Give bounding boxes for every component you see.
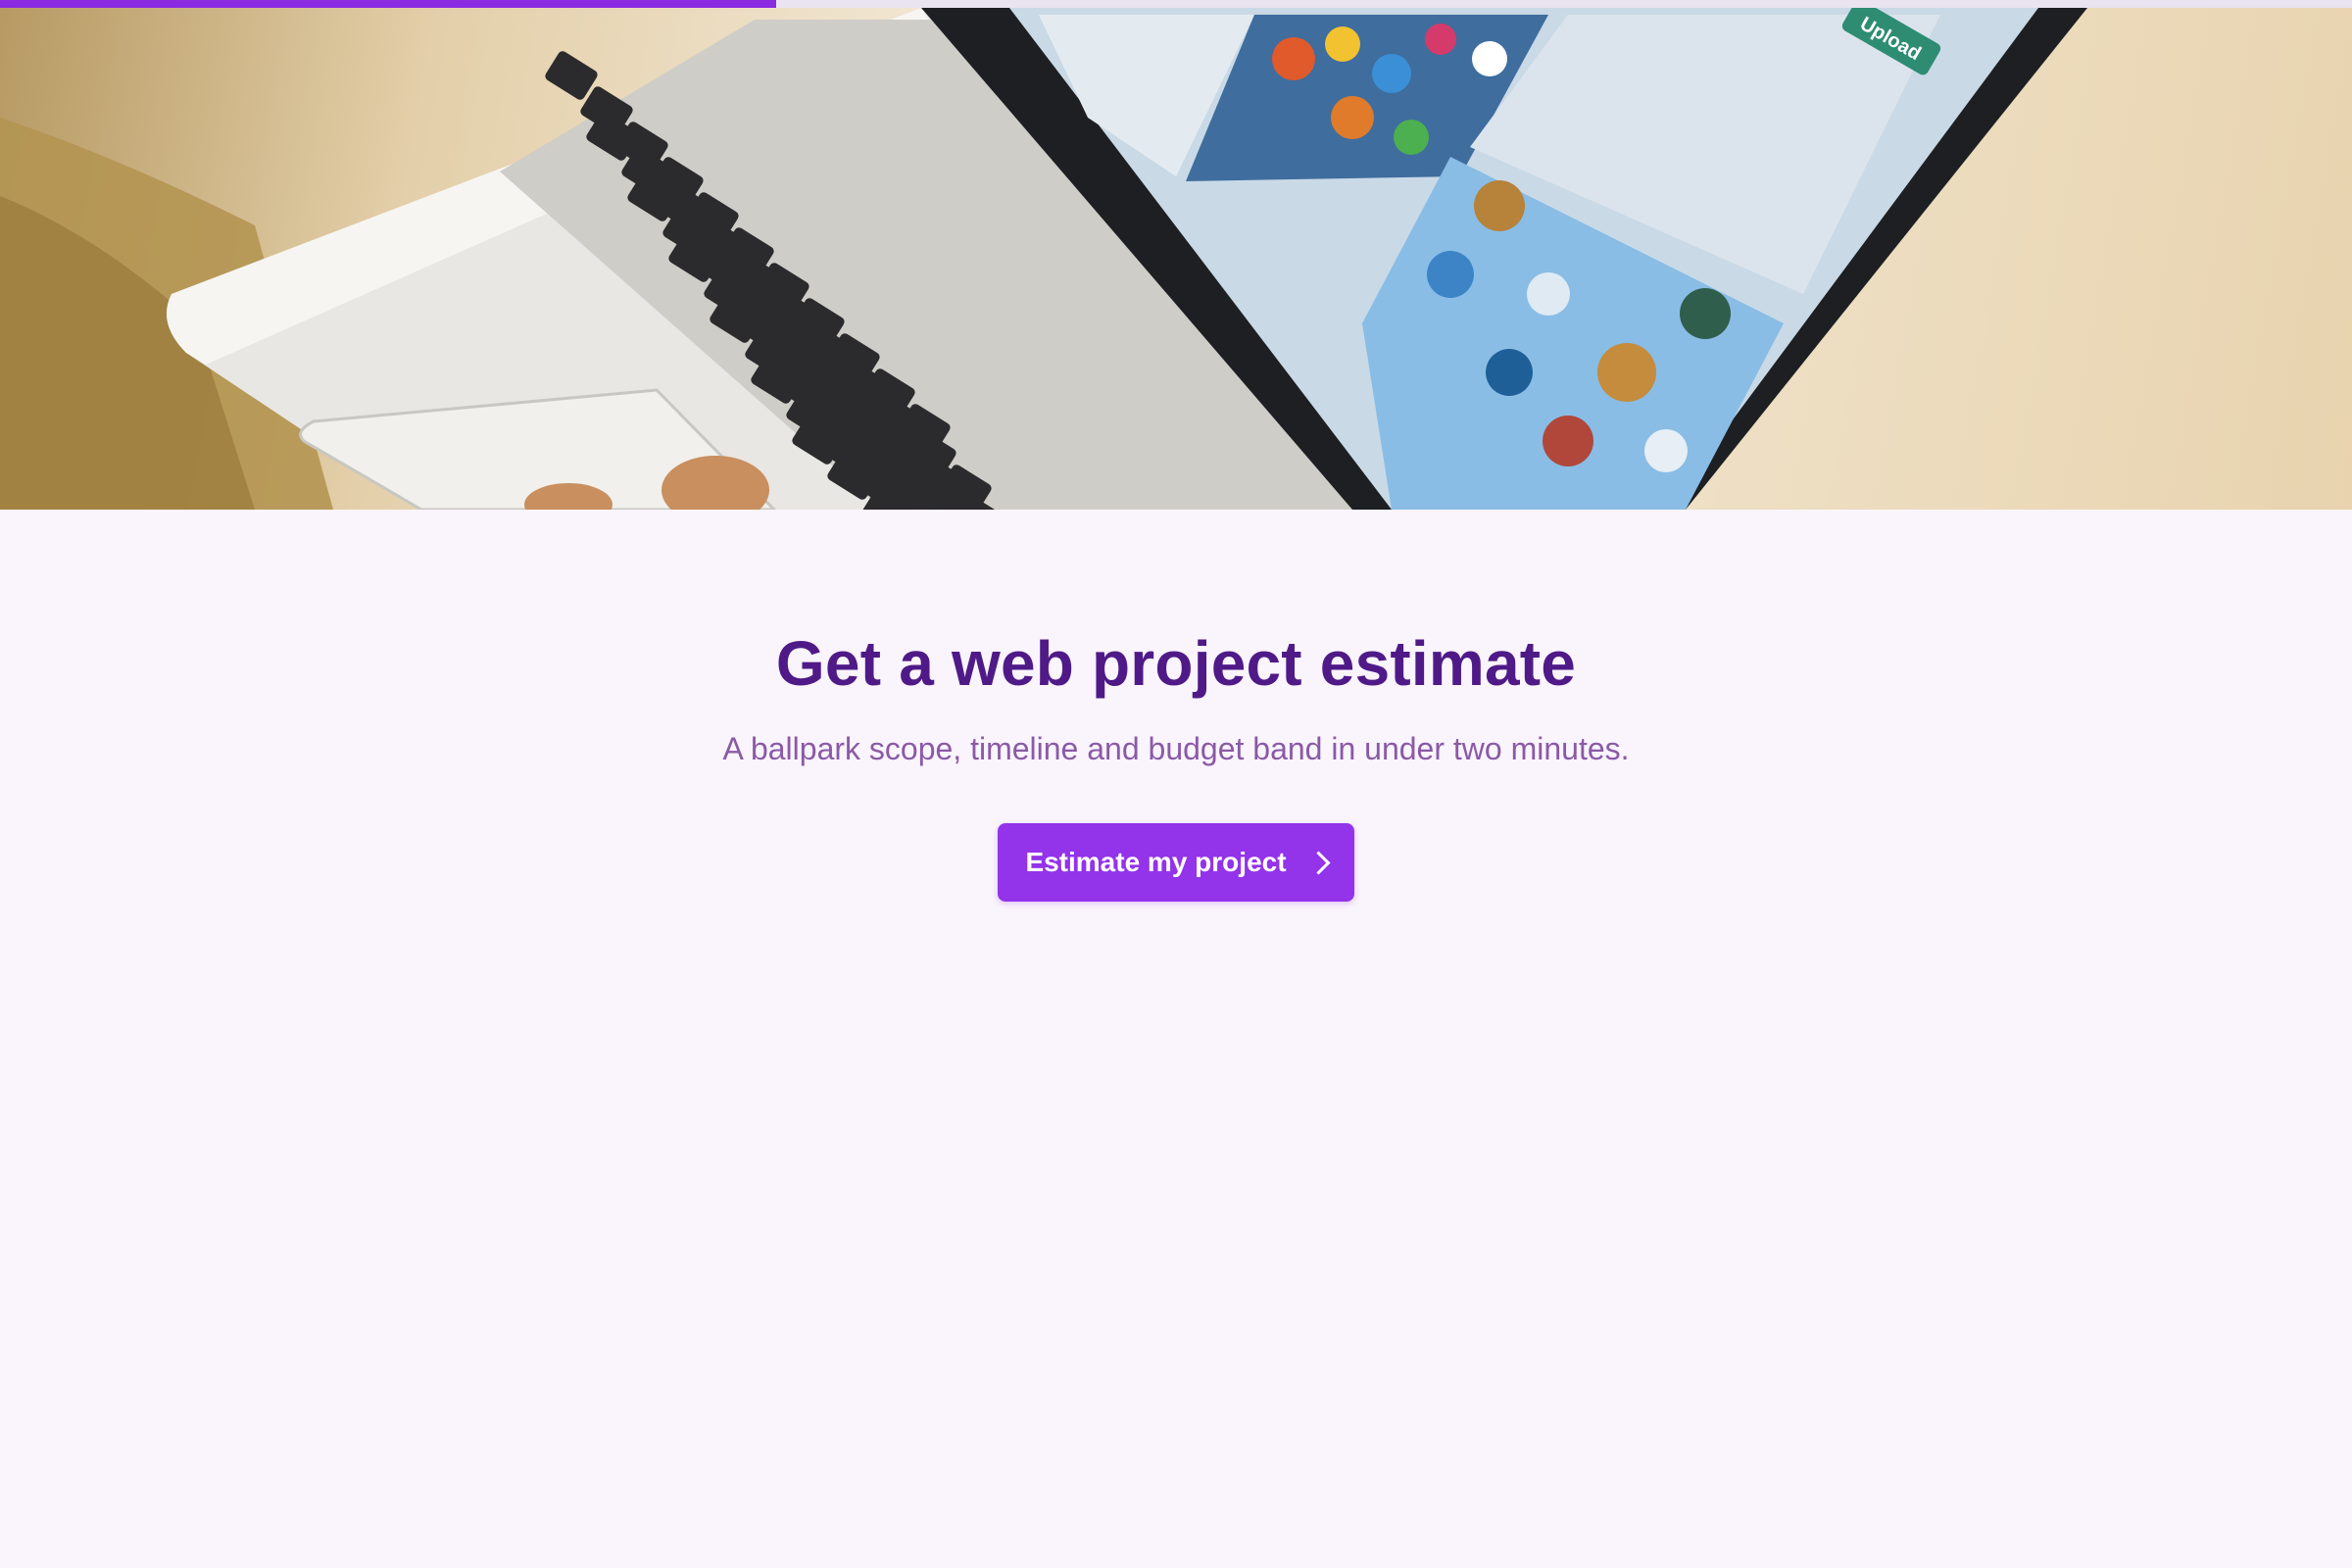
- main-content: Get a web project estimate A ballpark sc…: [0, 510, 2352, 1568]
- progress-bar-fill: [0, 0, 776, 8]
- page-title: Get a web project estimate: [775, 628, 1577, 699]
- laptop-illustration: Upload: [0, 0, 2087, 510]
- chevron-right-icon: [1306, 850, 1331, 875]
- estimate-project-button-label: Estimate my project: [1025, 847, 1287, 877]
- hero-image: Upload: [0, 0, 2352, 510]
- page-subtitle: A ballpark scope, timeline and budget ba…: [722, 731, 1630, 766]
- estimate-project-button[interactable]: Estimate my project: [998, 823, 1354, 902]
- progress-bar: [0, 0, 2352, 8]
